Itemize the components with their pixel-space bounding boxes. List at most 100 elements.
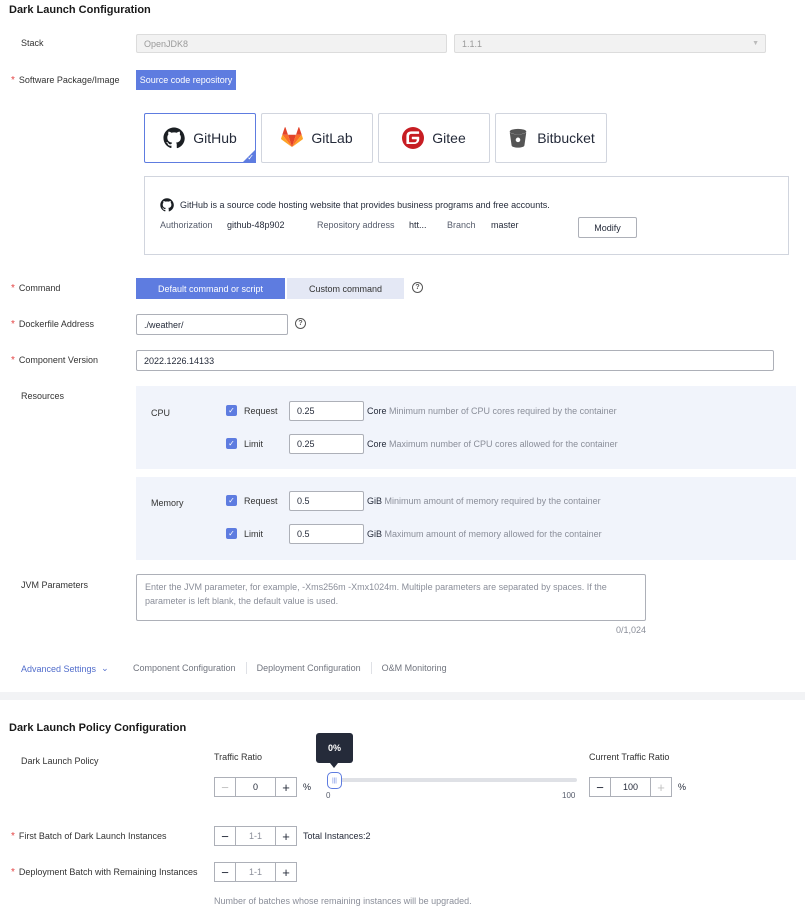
repo-card-gitlab[interactable]: GitLab — [261, 113, 373, 163]
repo-card-gitee[interactable]: Gitee — [378, 113, 490, 163]
github-icon — [163, 127, 185, 149]
gitlab-icon — [281, 127, 304, 148]
advanced-tabs: Component Configuration Deployment Confi… — [133, 662, 447, 674]
first-batch-value[interactable]: 1-1 — [235, 827, 276, 845]
section-title-policy: Dark Launch Policy Configuration — [9, 722, 187, 734]
dockerfile-input[interactable]: ./weather/ — [136, 314, 288, 335]
current-traffic-ratio-label: Current Traffic Ratio — [589, 752, 670, 762]
stack-version-select: 1.1.1 ▼ — [454, 34, 766, 53]
help-icon[interactable]: ? — [295, 318, 306, 329]
remaining-batch-stepper: − 1-1 + — [214, 862, 297, 882]
first-batch-label-text: First Batch of Dark Launch Instances — [18, 831, 167, 841]
memory-request-input[interactable]: 0.5 — [289, 491, 364, 511]
slider-max: 100 — [562, 791, 576, 800]
total-instances: Total Instances:2 — [303, 831, 371, 841]
cpu-request-label: Request — [244, 406, 278, 416]
repo-card-bitbucket[interactable]: Bitbucket — [495, 113, 607, 163]
increment-button[interactable]: + — [651, 778, 671, 796]
check-icon: ✓ — [247, 153, 254, 162]
required-marker: * — [11, 831, 15, 842]
required-marker: * — [11, 867, 15, 878]
increment-button[interactable]: + — [276, 827, 296, 845]
policy-label: Dark Launch Policy — [21, 756, 99, 766]
advanced-settings-toggle[interactable]: Advanced Settings ⌄ — [21, 663, 109, 674]
bitbucket-icon — [509, 128, 527, 148]
repo-info-box — [144, 176, 789, 255]
repo-name-github: GitHub — [193, 130, 237, 146]
custom-command-button[interactable]: Custom command — [287, 278, 404, 299]
increment-button[interactable]: + — [276, 863, 296, 881]
gitee-icon — [402, 127, 425, 149]
cpu-request-input[interactable]: 0.25 — [289, 401, 364, 421]
cpu-limit-input[interactable]: 0.25 — [289, 434, 364, 454]
tab-divider — [245, 662, 247, 674]
memory-label: Memory — [151, 498, 184, 508]
tab-om-monitoring[interactable]: O&M Monitoring — [382, 663, 447, 673]
github-icon — [160, 198, 174, 212]
memory-limit-unit: GiB — [367, 529, 383, 539]
command-label: * Command — [11, 283, 60, 294]
decrement-button[interactable]: − — [215, 778, 235, 796]
traffic-ratio-unit: % — [303, 782, 312, 792]
repo-card-github[interactable]: GitHub ✓ — [144, 113, 256, 163]
required-marker: * — [11, 355, 15, 366]
current-traffic-ratio-unit: % — [678, 782, 687, 792]
resources-label: Resources — [21, 391, 65, 401]
memory-request-checkbox[interactable]: ✓ — [226, 495, 237, 506]
auth-label: Authorization — [160, 220, 213, 230]
memory-request-hint: GiB Minimum amount of memory required by… — [367, 496, 601, 506]
required-marker: * — [11, 75, 15, 86]
slider-handle[interactable]: ||| — [327, 772, 342, 789]
memory-panel — [136, 477, 796, 560]
repo-name-gitlab: GitLab — [311, 130, 353, 146]
decrement-button[interactable]: − — [215, 827, 235, 845]
dockerfile-label: * Dockerfile Address — [11, 319, 94, 330]
memory-limit-hint: GiB Maximum amount of memory allowed for… — [367, 529, 602, 539]
memory-limit-input[interactable]: 0.5 — [289, 524, 364, 544]
cpu-panel — [136, 386, 796, 469]
memory-limit-desc: Maximum amount of memory allowed for the… — [384, 529, 602, 539]
memory-request-label: Request — [244, 496, 278, 506]
stack-runtime-field: OpenJDK8 — [136, 34, 447, 53]
software-label: * Software Package/Image — [11, 75, 119, 86]
section-divider — [0, 692, 805, 700]
stack-runtime-value: OpenJDK8 — [144, 38, 189, 49]
stack-label: Stack — [21, 38, 44, 48]
decrement-button[interactable]: − — [590, 778, 610, 796]
cpu-limit-checkbox[interactable]: ✓ — [226, 438, 237, 449]
default-command-button[interactable]: Default command or script — [136, 278, 285, 299]
cpu-limit-label: Limit — [244, 439, 264, 449]
source-code-repo-button[interactable]: Source code repository — [136, 70, 236, 90]
jvm-textarea[interactable]: Enter the JVM parameter, for example, -X… — [136, 574, 646, 621]
increment-button[interactable]: + — [276, 778, 296, 796]
section-title-config: Dark Launch Configuration — [9, 4, 151, 16]
traffic-ratio-label: Traffic Ratio — [214, 752, 263, 762]
decrement-button[interactable]: − — [215, 863, 235, 881]
cpu-limit-hint: Core Maximum number of CPU cores allowed… — [367, 439, 618, 449]
component-version-input[interactable]: 2022.1226.14133 — [136, 350, 774, 371]
tab-deployment-configuration[interactable]: Deployment Configuration — [257, 663, 361, 673]
required-marker: * — [11, 319, 15, 330]
help-icon[interactable]: ? — [412, 282, 423, 293]
command-label-text: Command — [18, 283, 61, 293]
cpu-request-hint: Core Minimum number of CPU cores require… — [367, 406, 617, 416]
tab-divider — [370, 662, 372, 674]
remaining-batch-value[interactable]: 1-1 — [235, 863, 276, 881]
modify-button[interactable]: Modify — [578, 217, 637, 238]
cpu-request-checkbox[interactable]: ✓ — [226, 405, 237, 416]
tab-component-configuration[interactable]: Component Configuration — [133, 663, 236, 673]
current-traffic-ratio-value[interactable]: 100 — [610, 778, 651, 796]
cpu-label: CPU — [151, 408, 171, 418]
slider-track[interactable] — [328, 778, 577, 782]
remaining-batch-label-text: Deployment Batch with Remaining Instance… — [18, 867, 198, 877]
slider-tooltip: 0% — [316, 733, 353, 763]
chevron-down-icon: ▼ — [752, 40, 759, 47]
stack-version-value: 1.1.1 — [462, 38, 483, 49]
memory-limit-checkbox[interactable]: ✓ — [226, 528, 237, 539]
cpu-request-unit: Core — [367, 406, 387, 416]
advanced-settings-label: Advanced Settings — [21, 663, 97, 674]
traffic-ratio-value[interactable]: 0 — [235, 778, 276, 796]
first-batch-label: * First Batch of Dark Launch Instances — [11, 831, 166, 842]
branch-label: Branch — [447, 220, 476, 230]
first-batch-stepper: − 1-1 + — [214, 826, 297, 846]
